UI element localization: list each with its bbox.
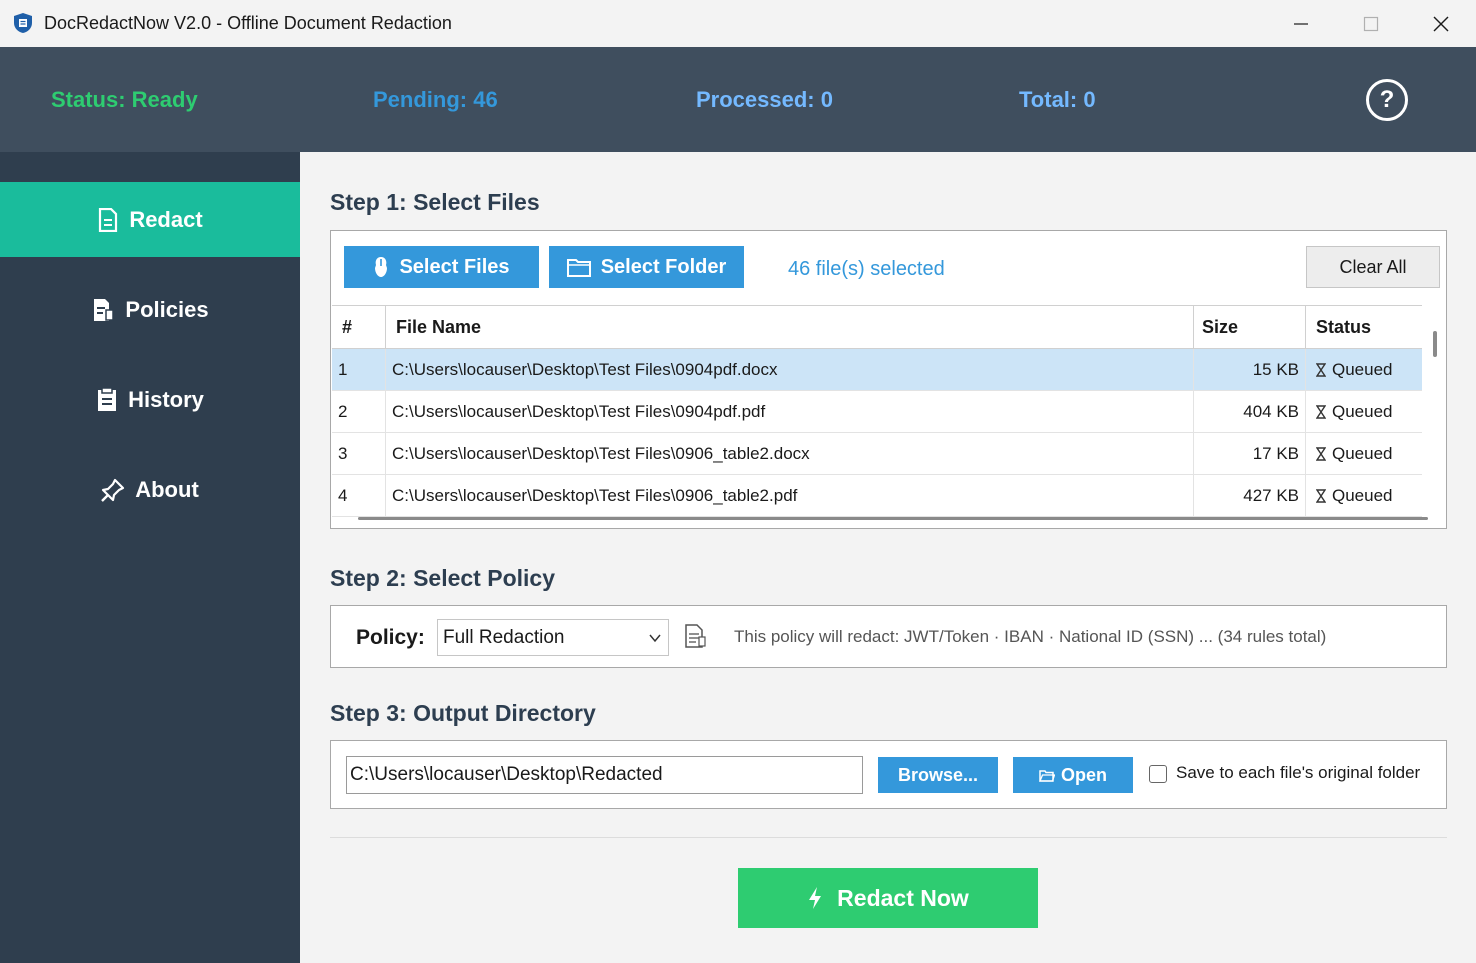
sidebar: Redact Policies History About <box>0 152 300 963</box>
sidebar-item-label: About <box>135 476 199 502</box>
policy-dropdown[interactable]: Full Redaction <box>437 619 669 656</box>
table-row[interactable]: 1 C:\Users\locauser\Desktop\Test Files\0… <box>332 349 1422 391</box>
row-size: 427 KB <box>1194 475 1306 516</box>
maximize-button[interactable] <box>1336 0 1406 47</box>
redact-now-label: Redact Now <box>837 884 969 911</box>
step2-title: Step 2: Select Policy <box>330 565 555 591</box>
window-title: DocRedactNow V2.0 - Offline Document Red… <box>44 13 452 33</box>
policy-panel: Policy: Full Redaction This policy will … <box>330 605 1447 668</box>
select-files-button[interactable]: Select Files <box>344 246 539 288</box>
step3-title: Step 3: Output Directory <box>330 700 596 726</box>
table-row[interactable]: 3 C:\Users\locauser\Desktop\Test Files\0… <box>332 433 1422 475</box>
column-header-status[interactable]: Status <box>1306 306 1422 349</box>
lightning-icon <box>809 887 822 909</box>
select-files-label: Select Files <box>399 255 510 278</box>
open-folder-icon <box>1039 769 1055 782</box>
row-status-label: Queued <box>1332 443 1393 463</box>
status-total: Total: 0 <box>1019 87 1096 112</box>
row-file-name: C:\Users\locauser\Desktop\Test Files\090… <box>386 391 1194 432</box>
shield-icon <box>14 13 32 33</box>
upload-icon <box>375 257 388 277</box>
chevron-down-icon <box>649 634 661 643</box>
files-selected-count: 46 file(s) selected <box>788 258 945 280</box>
row-status-label: Queued <box>1332 359 1393 379</box>
row-number: 3 <box>332 433 386 474</box>
close-button[interactable] <box>1406 0 1476 47</box>
table-row[interactable]: 4 C:\Users\locauser\Desktop\Test Files\0… <box>332 475 1422 517</box>
clear-all-button[interactable]: Clear All <box>1306 246 1440 288</box>
policy-description: This policy will redact: JWT/Token · IBA… <box>734 627 1327 646</box>
row-size: 17 KB <box>1194 433 1306 474</box>
browse-button[interactable]: Browse... <box>878 757 998 793</box>
output-directory-input[interactable]: C:\Users\locauser\Desktop\Redacted <box>346 756 863 794</box>
minimize-icon <box>1294 22 1308 25</box>
vertical-scrollbar[interactable] <box>1433 331 1437 357</box>
column-header-size[interactable]: Size <box>1194 306 1306 349</box>
output-panel: C:\Users\locauser\Desktop\Redacted Brows… <box>330 740 1447 809</box>
title-bar: DocRedactNow V2.0 - Offline Document Red… <box>0 0 1476 47</box>
row-status-label: Queued <box>1332 401 1393 421</box>
row-number: 4 <box>332 475 386 516</box>
pin-icon <box>101 478 125 502</box>
row-status: Queued <box>1306 349 1422 390</box>
status-pending: Pending: 46 <box>373 87 498 112</box>
save-original-label: Save to each file's original folder <box>1176 763 1421 782</box>
horizontal-scrollbar[interactable] <box>358 517 1428 520</box>
sidebar-item-policies[interactable]: Policies <box>0 272 300 347</box>
policy-details-icon <box>685 624 706 648</box>
main-content: Step 1: Select Files Select Files Select… <box>300 152 1476 963</box>
divider <box>330 837 1447 838</box>
column-header-number[interactable]: # <box>332 306 386 349</box>
row-file-name: C:\Users\locauser\Desktop\Test Files\090… <box>386 475 1194 516</box>
row-number: 1 <box>332 349 386 390</box>
hourglass-icon <box>1316 488 1326 503</box>
policy-icon <box>94 298 115 321</box>
sidebar-item-label: Policies <box>125 296 209 322</box>
row-size: 404 KB <box>1194 391 1306 432</box>
row-file-name: C:\Users\locauser\Desktop\Test Files\090… <box>386 349 1194 390</box>
save-original-checkbox[interactable] <box>1149 765 1167 783</box>
sidebar-item-label: History <box>128 386 204 412</box>
browse-label: Browse... <box>897 764 979 785</box>
row-number: 2 <box>332 391 386 432</box>
row-status: Queued <box>1306 391 1422 432</box>
policy-selected-value: Full Redaction <box>443 626 565 648</box>
status-ready: Status: Ready <box>51 87 198 112</box>
history-icon <box>98 387 117 411</box>
step1-title: Step 1: Select Files <box>330 189 540 215</box>
row-status: Queued <box>1306 433 1422 474</box>
sidebar-item-about[interactable]: About <box>0 452 300 527</box>
open-folder-button[interactable]: Open <box>1013 757 1133 793</box>
file-selection-panel: Select Files Select Folder 46 file(s) se… <box>330 230 1447 529</box>
redact-now-button[interactable]: Redact Now <box>738 868 1038 928</box>
row-status: Queued <box>1306 475 1422 516</box>
sidebar-item-redact[interactable]: Redact <box>0 182 300 257</box>
row-size: 15 KB <box>1194 349 1306 390</box>
minimize-button[interactable] <box>1266 0 1336 47</box>
policy-label: Policy: <box>356 626 425 649</box>
hourglass-icon <box>1316 446 1326 461</box>
row-status-label: Queued <box>1332 485 1393 505</box>
help-icon: ? <box>1379 86 1395 113</box>
table-row[interactable]: 2 C:\Users\locauser\Desktop\Test Files\0… <box>332 391 1422 433</box>
select-folder-button[interactable]: Select Folder <box>549 246 744 288</box>
folder-icon <box>566 259 591 277</box>
status-header: Status: Ready Pending: 46 Processed: 0 T… <box>0 47 1476 152</box>
hourglass-icon <box>1316 362 1326 377</box>
hourglass-icon <box>1316 404 1326 419</box>
open-label: Open <box>1060 764 1107 785</box>
sidebar-item-label: Redact <box>129 206 203 232</box>
table-header: # File Name Size Status <box>332 305 1422 349</box>
maximize-icon <box>1363 16 1379 31</box>
status-processed: Processed: 0 <box>696 87 833 112</box>
select-folder-label: Select Folder <box>600 255 727 278</box>
document-icon <box>99 207 118 232</box>
column-header-file-name[interactable]: File Name <box>386 306 1194 349</box>
close-icon <box>1433 16 1449 31</box>
sidebar-item-history[interactable]: History <box>0 362 300 437</box>
help-button[interactable]: ? <box>1366 79 1408 121</box>
file-table: # File Name Size Status 1 C:\Users\locau… <box>332 305 1443 525</box>
row-file-name: C:\Users\locauser\Desktop\Test Files\090… <box>386 433 1194 474</box>
